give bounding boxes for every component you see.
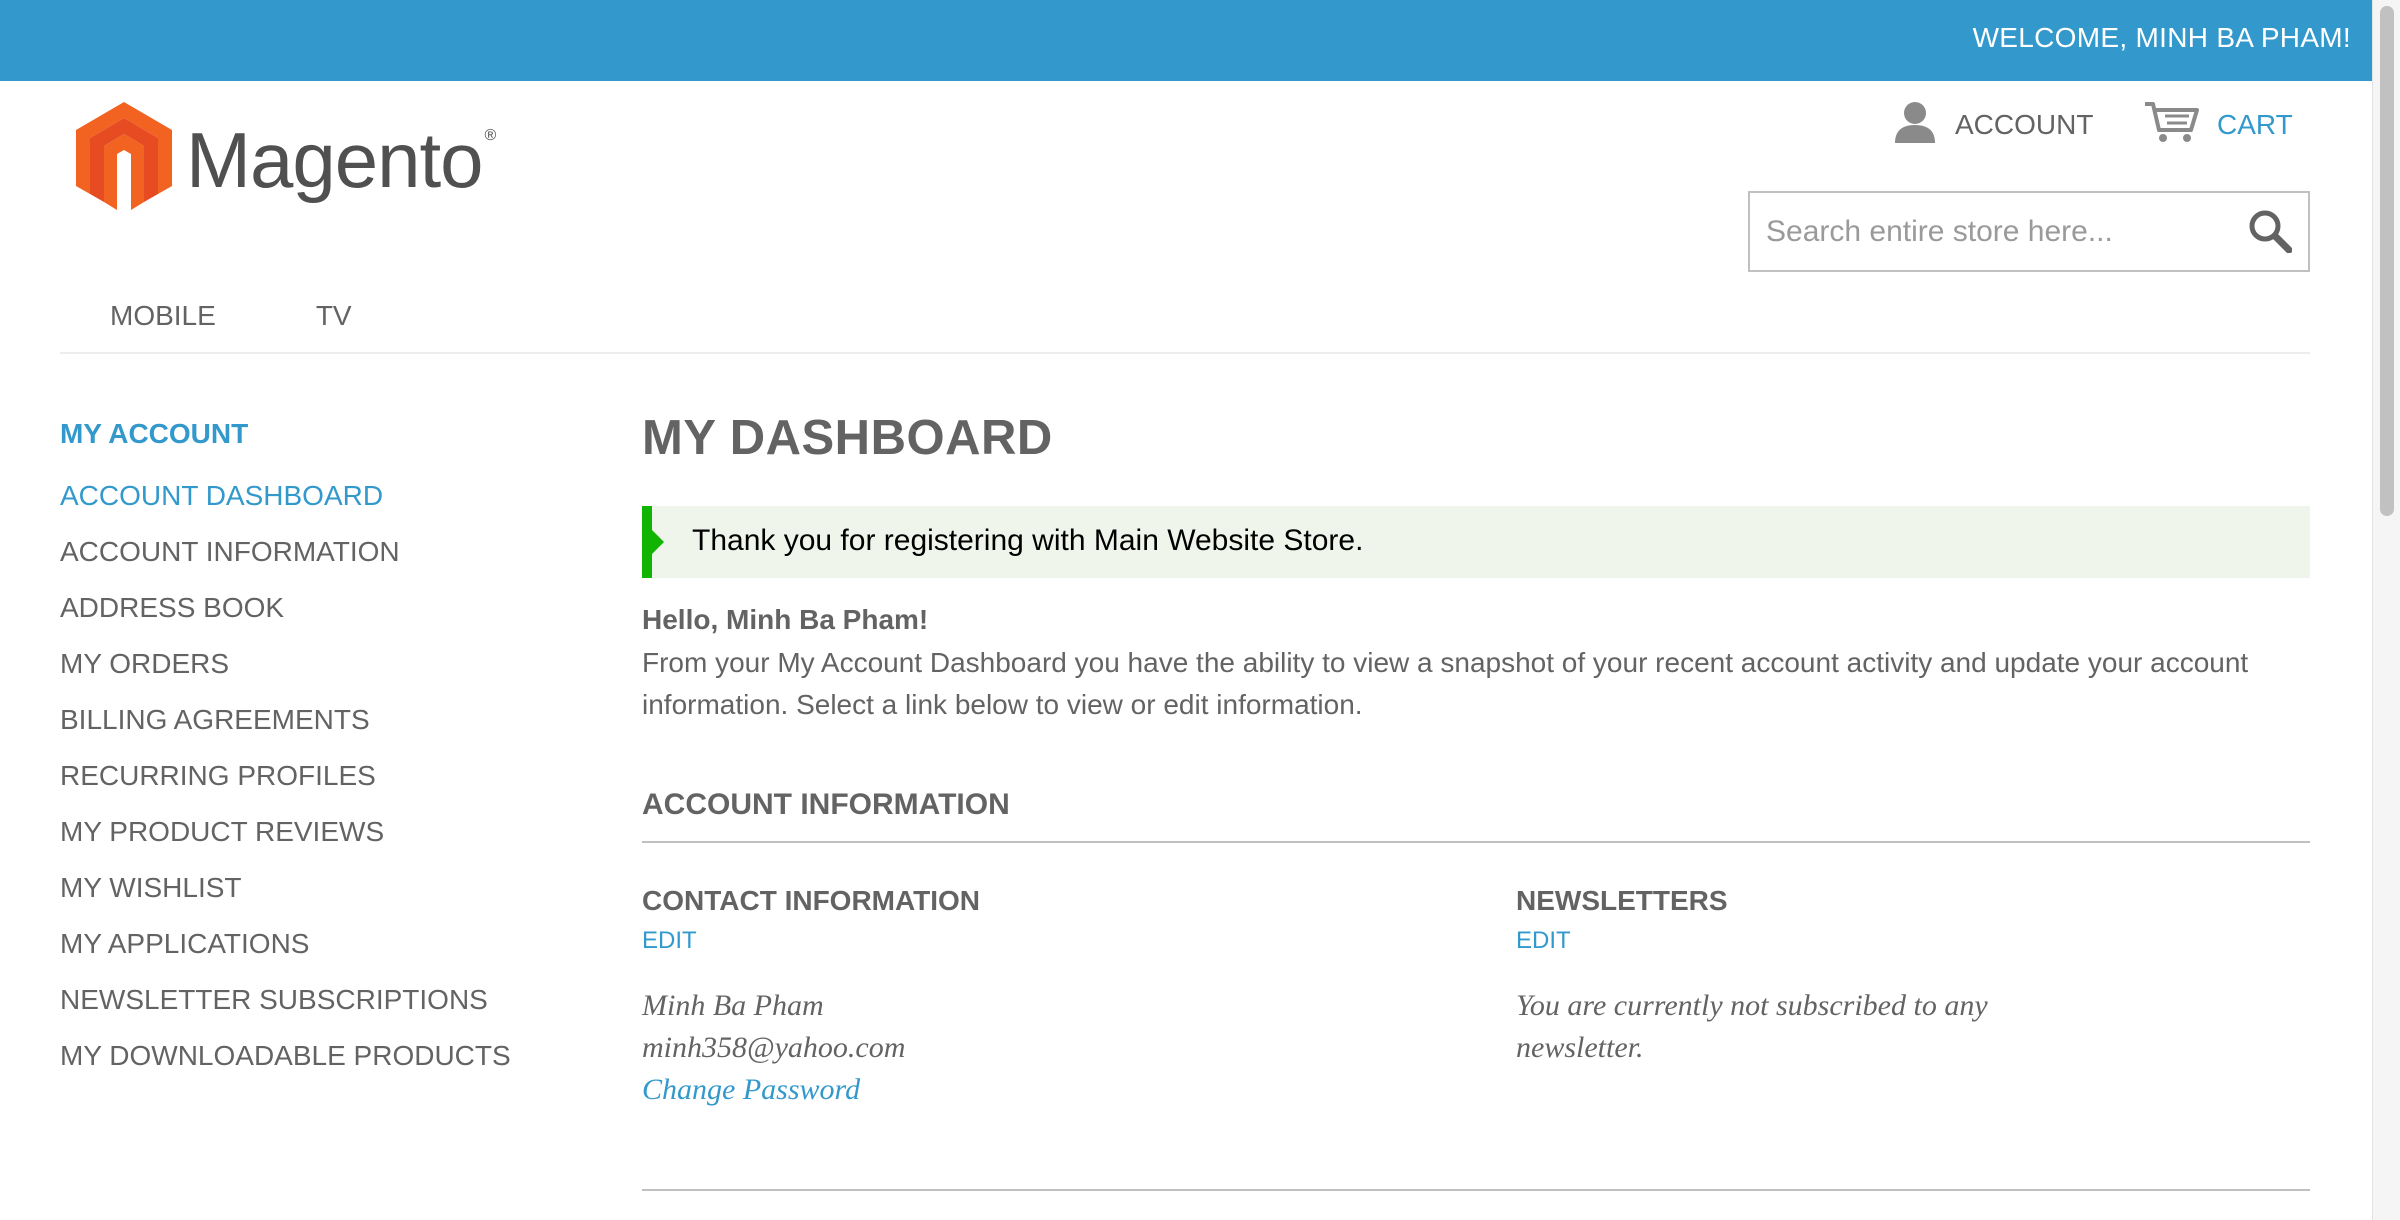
success-message: Thank you for registering with Main Webs…: [642, 506, 2310, 578]
contact-information-box: CONTACT INFORMATION EDIT Minh Ba Pham mi…: [642, 885, 980, 1111]
account-link-label: ACCOUNT: [1955, 109, 2094, 140]
nav-item-mobile[interactable]: MOBILE: [60, 300, 266, 332]
sidebar-item-billing-agreements[interactable]: BILLING AGREEMENTS: [60, 692, 620, 748]
account-information-heading: ACCOUNT INFORMATION: [642, 788, 1010, 821]
sidebar-item-my-product-reviews[interactable]: MY PRODUCT REVIEWS: [60, 804, 620, 860]
success-message-text: Thank you for registering with Main Webs…: [692, 524, 1364, 557]
store-logo[interactable]: Magento ®: [76, 100, 496, 220]
logo-wordmark: Magento: [186, 115, 484, 204]
cart-link-label: CART: [2217, 109, 2293, 140]
sidebar-item-my-orders[interactable]: MY ORDERS: [60, 636, 620, 692]
sidebar-item-account-dashboard[interactable]: ACCOUNT DASHBOARD: [60, 468, 620, 524]
contact-information-title: CONTACT INFORMATION: [642, 885, 981, 916]
section-divider: [642, 841, 2310, 843]
account-link[interactable]: ACCOUNT: [1893, 101, 2094, 150]
scrollbar-thumb[interactable]: [2380, 6, 2394, 516]
page-scrollbar[interactable]: [2372, 0, 2400, 1220]
sidebar-item-my-wishlist[interactable]: MY WISHLIST: [60, 860, 620, 916]
greeting: Hello, Minh Ba Pham!: [642, 604, 929, 635]
sidebar-item-my-downloadable-products[interactable]: MY DOWNLOADABLE PRODUCTS: [60, 1028, 620, 1084]
main-nav: MOBILE TV: [60, 300, 402, 332]
sidebar-item-my-applications[interactable]: MY APPLICATIONS: [60, 916, 620, 972]
newsletters-status: You are currently not subscribed to any …: [1516, 985, 1988, 1069]
welcome-bar: WELCOME, MINH BA PHAM!: [0, 0, 2372, 81]
sidebar-item-recurring-profiles[interactable]: RECURRING PROFILES: [60, 748, 620, 804]
nav-divider: [60, 352, 2310, 354]
page-title: MY DASHBOARD: [642, 411, 1053, 465]
newsletters-edit-link[interactable]: EDIT: [1516, 927, 1988, 955]
logo-registered-mark: ®: [484, 127, 497, 144]
newsletters-status-line-2: newsletter.: [1516, 1031, 1644, 1064]
sidebar-item-newsletter-subscriptions[interactable]: NEWSLETTER SUBSCRIPTIONS: [60, 972, 620, 1028]
newsletters-box: NEWSLETTERS EDIT You are currently not s…: [1516, 885, 1988, 1069]
search-button[interactable]: [2248, 209, 2293, 254]
sidebar-item-account-information[interactable]: ACCOUNT INFORMATION: [60, 524, 620, 580]
dashboard-main: MY DASHBOARD Thank you for registering w…: [642, 410, 2310, 1106]
contact-email: minh358@yahoo.com: [642, 1031, 906, 1064]
contact-name: Minh Ba Pham: [642, 989, 824, 1022]
success-arrow-icon: [652, 530, 664, 554]
cart-icon: [2143, 100, 2199, 151]
change-password-link[interactable]: Change Password: [642, 1073, 860, 1106]
contact-details: Minh Ba Pham minh358@yahoo.com Change Pa…: [642, 985, 980, 1111]
welcome-message: WELCOME, MINH BA PHAM!: [1972, 22, 2351, 53]
search-input[interactable]: [1750, 193, 2230, 270]
search-box: [1748, 191, 2310, 272]
search-icon: [2249, 210, 2293, 254]
sidebar-item-address-book[interactable]: ADDRESS BOOK: [60, 580, 620, 636]
account-sidebar: MY ACCOUNT ACCOUNT DASHBOARD ACCOUNT INF…: [60, 412, 620, 1084]
nav-item-tv[interactable]: TV: [266, 300, 402, 332]
magento-logo-icon: [76, 101, 172, 219]
user-icon: [1893, 101, 1937, 150]
contact-edit-link[interactable]: EDIT: [642, 927, 980, 955]
bottom-divider: [642, 1189, 2310, 1191]
cart-link[interactable]: CART: [2143, 100, 2293, 151]
newsletters-status-line-1: You are currently not subscribed to any: [1516, 989, 1988, 1022]
sidebar-title: MY ACCOUNT: [60, 418, 249, 449]
newsletters-title: NEWSLETTERS: [1516, 885, 1728, 916]
dashboard-intro: From your My Account Dashboard you have …: [642, 647, 2249, 720]
